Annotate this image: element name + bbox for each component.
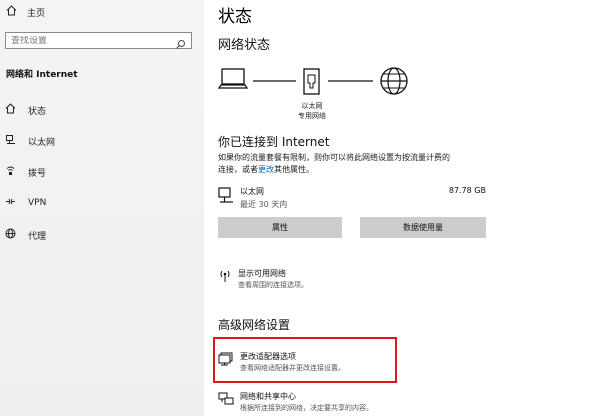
adapter-options-sub: 查看网络适配器并更改连接设置。 bbox=[240, 364, 345, 372]
sharing-center-icon bbox=[218, 391, 234, 414]
advanced-settings-heading: 高级网络设置 bbox=[218, 318, 291, 332]
globe-icon bbox=[380, 67, 408, 95]
change-link[interactable]: 更改 bbox=[258, 165, 274, 174]
sidebar-home[interactable]: 主页 bbox=[6, 5, 45, 19]
sharing-center-title: 网络和共享中心 bbox=[240, 392, 296, 401]
section-title: 网络和 Internet bbox=[6, 70, 78, 80]
connected-heading: 你已连接到 Internet bbox=[218, 135, 330, 149]
diagram-label-private: 专用网络 bbox=[298, 112, 326, 120]
change-adapter-options[interactable]: 更改适配器选项 查看网络适配器并更改连接设置。 bbox=[218, 351, 345, 374]
laptop-icon bbox=[218, 68, 249, 89]
adapter-options-title: 更改适配器选项 bbox=[240, 352, 296, 361]
page-title: 状态 bbox=[218, 7, 252, 27]
sidebar-item-label: 代理 bbox=[28, 231, 47, 242]
sidebar-item-status[interactable]: 状态 bbox=[5, 102, 46, 118]
main-content: 状态 网络状态 以太网 专用网络 你已连接到 Internet 如果你的流量套餐… bbox=[204, 0, 600, 416]
ethernet-icon bbox=[218, 187, 234, 211]
dialup-icon bbox=[5, 165, 16, 179]
globe-icon bbox=[5, 228, 16, 242]
ethernet-usage: 87.78 GB bbox=[448, 186, 486, 195]
network-sharing-center[interactable]: 网络和共享中心 根据所连接到的网络，决定要共享的内容。 bbox=[218, 391, 373, 414]
sidebar-item-label: 拨号 bbox=[28, 168, 47, 179]
sidebar: 主页 网络和 Internet 状态 以太网 拨号 VPN 代理 bbox=[0, 0, 204, 416]
network-diagram: 以太网 专用网络 bbox=[218, 66, 418, 126]
connection-description: 如果你的流量套餐有限制，则你可以将此网络设置为按流量计费的 连接，或者更改其他属… bbox=[218, 152, 488, 176]
ethernet-name: 以太网 bbox=[240, 187, 264, 196]
show-networks-title: 显示可用网络 bbox=[238, 269, 286, 278]
properties-button[interactable]: 属性 bbox=[218, 217, 342, 238]
diagram-label-ethernet: 以太网 bbox=[301, 102, 323, 110]
home-icon bbox=[6, 5, 17, 19]
home-icon bbox=[5, 103, 16, 117]
antenna-icon bbox=[218, 268, 232, 291]
description-prefix: 连接，或者 bbox=[218, 165, 258, 174]
network-status-heading: 网络状态 bbox=[218, 38, 271, 53]
search-box[interactable] bbox=[5, 32, 192, 49]
sharing-center-sub: 根据所连接到的网络，决定要共享的内容。 bbox=[240, 404, 373, 412]
ethernet-icon bbox=[5, 134, 16, 148]
sidebar-item-proxy[interactable]: 代理 bbox=[5, 227, 46, 243]
sidebar-home-label: 主页 bbox=[27, 8, 46, 19]
sidebar-item-label: VPN bbox=[28, 198, 47, 208]
sidebar-item-vpn[interactable]: VPN bbox=[5, 195, 46, 211]
description-line1: 如果你的流量套餐有限制，则你可以将此网络设置为按流量计费的 bbox=[218, 153, 450, 162]
show-available-networks[interactable]: 显示可用网络 查看周围的连接选项。 bbox=[218, 268, 308, 291]
sidebar-item-label: 以太网 bbox=[28, 137, 56, 148]
data-usage-button[interactable]: 数据使用量 bbox=[360, 217, 486, 238]
vpn-icon bbox=[5, 196, 16, 210]
ethernet-port-icon bbox=[303, 68, 320, 95]
ethernet-status-row: 以太网 最近 30 天内 87.78 GB bbox=[218, 186, 486, 212]
sidebar-item-label: 状态 bbox=[28, 106, 47, 117]
sidebar-item-ethernet[interactable]: 以太网 bbox=[5, 133, 55, 149]
adapter-icon bbox=[218, 351, 234, 374]
search-icon[interactable] bbox=[175, 35, 186, 54]
description-suffix: 其他属性。 bbox=[274, 165, 314, 174]
ethernet-sub: 最近 30 天内 bbox=[240, 200, 288, 209]
search-input[interactable] bbox=[6, 35, 171, 46]
show-networks-sub: 查看周围的连接选项。 bbox=[238, 281, 308, 289]
sidebar-item-dialup[interactable]: 拨号 bbox=[5, 164, 46, 180]
